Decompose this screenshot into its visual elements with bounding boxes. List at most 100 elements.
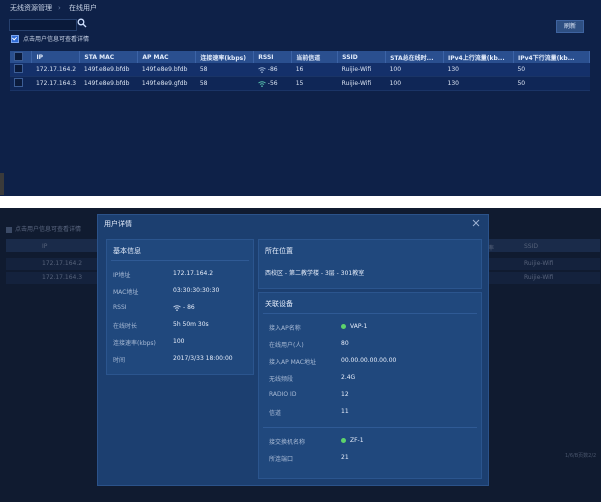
- switch-name-value: ZF-1: [350, 437, 364, 444]
- window-edge-marker: [0, 173, 4, 195]
- row-select-cell[interactable]: [10, 63, 32, 77]
- select-all-cell[interactable]: [10, 51, 33, 63]
- table-row[interactable]: 172.17.164.2 149f.e8e9.bfdb 149f.e8e9.bf…: [10, 63, 590, 77]
- col-online-time[interactable]: STA总在线时...: [385, 51, 445, 63]
- channel-label: 信道: [269, 410, 282, 417]
- col-ipv4-down[interactable]: IPv4下行流量(kb...: [513, 51, 591, 63]
- breadcrumb-item-wireless[interactable]: 无线资源管理: [10, 4, 52, 12]
- switch-name-label: 接交换机名称: [269, 439, 306, 446]
- col-ap-mac[interactable]: AP MAC: [137, 51, 197, 63]
- cell-rssi: -56: [253, 76, 292, 91]
- bg-col-ip: IP: [42, 243, 48, 250]
- modal-title: 用户详情: [104, 220, 132, 228]
- online-users-page: 无线资源管理 › 在线用户 刷新 点击用户信息可查看详情 IP STA MAC A…: [0, 0, 601, 196]
- bg-pagination-text: 1/6/B页数2/2: [565, 453, 597, 459]
- cell-rate: 58: [195, 63, 254, 77]
- wifi-icon: [258, 66, 266, 73]
- online-users-label: 在线用户(人): [269, 342, 304, 349]
- band-value: 2.4G: [341, 374, 356, 381]
- ip-value: 172.17.164.2: [173, 270, 214, 277]
- view-details-option[interactable]: 点击用户信息可查看详情: [11, 34, 89, 43]
- rate-value: 100: [173, 338, 185, 345]
- col-rate[interactable]: 连接速率(kbps): [195, 51, 255, 63]
- location-panel: 所在位置 西校区 - 第二教学楼 - 3层 - 301教室: [258, 239, 482, 289]
- col-sta-mac[interactable]: STA MAC: [79, 51, 139, 63]
- cell-ip: 172.17.164.2: [31, 63, 80, 77]
- cell-online-time: 100: [385, 63, 444, 77]
- rssi-value: -86: [267, 66, 278, 73]
- online-users-table: IP STA MAC AP MAC 连接速率(kbps) RSSI 当前信道 S…: [10, 51, 591, 91]
- row-checkbox[interactable]: [14, 78, 23, 87]
- bg-row2-ssid: Ruijie-Wifi: [524, 274, 554, 281]
- online-time-value: 5h 50m 30s: [173, 321, 209, 328]
- bg-col-ssid: SSID: [524, 243, 539, 250]
- ip-label: IP地址: [113, 272, 131, 279]
- radio-id-label: RADIO ID: [269, 391, 297, 398]
- bg-row1-ip: 172.17.164.2: [42, 260, 83, 267]
- band-label: 无线频段: [269, 376, 294, 383]
- associated-devices-panel: 关联设备 接入AP名称 VAP-1 在线用户(人) 80 接入AP MAC地址 …: [258, 292, 482, 479]
- refresh-button[interactable]: 刷新: [556, 20, 584, 33]
- location-value: 西校区 - 第二教学楼 - 3层 - 301教室: [265, 270, 365, 277]
- search-input[interactable]: [9, 19, 77, 31]
- location-title: 所在位置: [265, 247, 293, 255]
- col-ipv4-up[interactable]: IPv4上行流量(kb...: [443, 51, 514, 63]
- basic-info-panel: 基本信息 IP地址 172.17.164.2 MAC地址 03:30:30:30…: [106, 239, 254, 375]
- view-details-label: 点击用户信息可查看详情: [23, 36, 90, 43]
- devices-title: 关联设备: [265, 300, 293, 308]
- bg-row1-ssid: Ruijie-Wifi: [524, 260, 554, 267]
- col-ssid[interactable]: SSID: [337, 51, 387, 63]
- divider: [263, 427, 477, 428]
- cell-ipv4-up: 130: [443, 76, 514, 91]
- row-checkbox[interactable]: [14, 64, 23, 73]
- select-all-checkbox[interactable]: [14, 51, 23, 61]
- view-details-checkbox[interactable]: [11, 34, 19, 43]
- wifi-icon: [173, 304, 181, 311]
- mac-value: 03:30:30:30:30: [173, 287, 220, 294]
- bg-tip-label: 点击用户信息可查看详情: [15, 226, 82, 233]
- search-icon[interactable]: [77, 18, 87, 28]
- cell-ipv4-up: 130: [443, 63, 514, 77]
- rssi-label: RSSI: [113, 304, 127, 311]
- ap-name-field: VAP-1: [341, 323, 367, 330]
- close-icon[interactable]: [472, 219, 480, 227]
- rssi-value: - 86: [183, 304, 195, 311]
- col-channel[interactable]: 当前信道: [291, 51, 339, 63]
- bg-view-details-option: 点击用户信息可查看详情: [6, 224, 81, 233]
- port-label: 所连端口: [269, 456, 294, 463]
- radio-id-value: 12: [341, 391, 349, 398]
- cell-online-time: 100: [385, 76, 444, 91]
- rate-label: 连接速率(kbps): [113, 340, 156, 347]
- ap-mac-value: 00.00.00.00.00.00: [341, 357, 397, 364]
- cell-rssi: -86: [253, 63, 292, 77]
- ap-name-label: 接入AP名称: [269, 325, 301, 332]
- breadcrumb: 无线资源管理 › 在线用户: [10, 4, 98, 12]
- cell-sta-mac: 149f.e8e9.bfdb: [79, 76, 138, 91]
- bg-row2-ip: 172.17.164.3: [42, 274, 83, 281]
- table-row[interactable]: 172.17.164.3 149f.e8e9.bfdb 149f.e8e9.gf…: [10, 76, 590, 91]
- ap-mac-label: 接入AP MAC地址: [269, 359, 316, 366]
- bg-checkbox: [6, 226, 12, 233]
- mac-label: MAC地址: [113, 289, 139, 296]
- cell-ap-mac: 149f.e8e9.bfdb: [137, 63, 196, 77]
- cell-ap-mac: 149f.e8e9.gfdb: [137, 76, 196, 91]
- breadcrumb-item-online-users: 在线用户: [69, 4, 98, 12]
- divider: [263, 313, 477, 314]
- divider: [111, 260, 249, 261]
- cell-sta-mac: 149f.e8e9.bfdb: [79, 63, 138, 77]
- cell-ip: 172.17.164.3: [31, 76, 80, 91]
- cell-channel: 15: [291, 76, 338, 91]
- port-value: 21: [341, 454, 349, 461]
- cell-ssid: Ruijie-Wifi: [337, 76, 386, 91]
- row-select-cell[interactable]: [10, 76, 32, 91]
- wifi-icon: [258, 80, 266, 87]
- cell-rate: 58: [195, 76, 254, 91]
- col-ip[interactable]: IP: [31, 51, 81, 63]
- status-dot-icon: [341, 438, 346, 443]
- switch-name-field: ZF-1: [341, 437, 364, 444]
- time-value: 2017/3/33 18:00:00: [173, 355, 233, 362]
- col-rssi[interactable]: RSSI: [253, 51, 293, 63]
- cell-channel: 16: [291, 63, 338, 77]
- time-label: 时间: [113, 357, 126, 364]
- basic-info-title: 基本信息: [113, 247, 141, 255]
